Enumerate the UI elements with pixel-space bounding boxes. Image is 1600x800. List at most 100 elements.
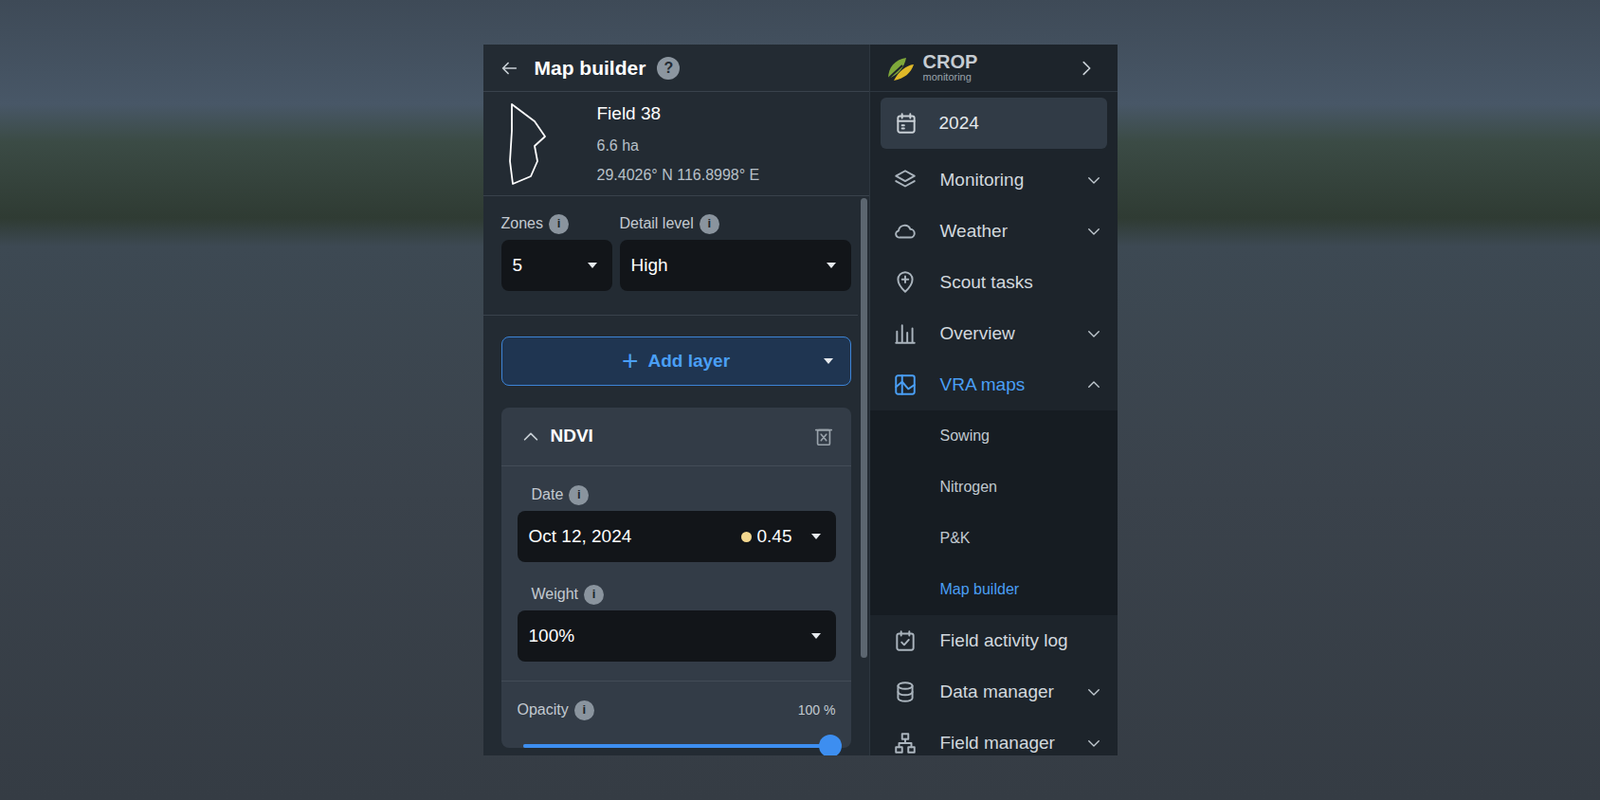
- info-icon[interactable]: i: [568, 485, 589, 506]
- field-info: Field 38 6.6 ha 29.4026° N 116.8998° E: [483, 91, 870, 197]
- pin-plus-icon: [892, 270, 918, 295]
- info-icon[interactable]: i: [548, 214, 569, 235]
- chevron-up-icon: [1085, 376, 1103, 394]
- sidebar-item[interactable]: Field manager: [870, 717, 1118, 756]
- sidebar-item[interactable]: Weather: [870, 205, 1118, 257]
- sidebar-item-label: Data manager: [940, 678, 1086, 707]
- submenu-item[interactable]: P&K: [870, 512, 1118, 564]
- map-icon: [892, 372, 918, 398]
- map-builder-panel: Map builder? Field 38 6.6 ha 29.4026° N 116…: [483, 44, 870, 756]
- plus-icon: +: [621, 346, 639, 376]
- index-value: 0.45: [757, 523, 793, 551]
- caret-icon: [587, 262, 598, 269]
- sidebar-item[interactable]: Monitoring: [870, 154, 1118, 206]
- caret-icon: [826, 262, 837, 269]
- index-dot: [741, 531, 752, 543]
- sidebar-item[interactable]: Overview: [870, 308, 1118, 360]
- chevron-down-icon: [1085, 325, 1103, 343]
- scroll-thumb[interactable]: [860, 198, 868, 658]
- layer-header[interactable]: NDVI: [501, 407, 852, 467]
- caret-icon: [823, 358, 834, 364]
- field-label: Date: [531, 483, 564, 507]
- submenu-item[interactable]: Nitrogen: [870, 461, 1118, 513]
- dropdown-value: 5: [512, 252, 588, 280]
- logo-subtitle: monitoring: [923, 71, 1076, 83]
- sidebar-item-label: Field manager: [940, 729, 1086, 756]
- sidebar-item-label: Field activity log: [940, 627, 1103, 655]
- calendar-icon: [893, 110, 919, 136]
- field-shape-icon: [504, 100, 552, 188]
- year-selector[interactable]: 2024: [880, 97, 1108, 149]
- dropdown-value: Oct 12, 2024: [528, 523, 742, 551]
- info-icon[interactable]: i: [583, 584, 604, 605]
- submenu: Sowing Nitrogen P&K Map builder: [870, 410, 1118, 616]
- chevron-down-icon: [1085, 683, 1103, 701]
- submenu-item[interactable]: Map builder: [870, 563, 1118, 616]
- submenu-item-label: Sowing: [940, 424, 990, 448]
- sidebar-item-label: Weather: [940, 218, 1086, 246]
- database-icon: [892, 679, 918, 705]
- sidebar-item-label: VRA maps: [940, 371, 1086, 400]
- field-coords: 29.4026° N 116.8998° E: [597, 163, 761, 187]
- chevron-down-icon: [1085, 171, 1103, 189]
- dropdown[interactable]: 100%: [517, 610, 837, 662]
- year-value: 2024: [939, 109, 980, 138]
- info-icon[interactable]: i: [574, 700, 595, 721]
- submenu-item-label: P&K: [940, 527, 971, 550]
- chevron-down-icon: [1085, 222, 1103, 240]
- submenu-item-label: Map builder: [940, 578, 1020, 601]
- opacity-fill: [523, 744, 831, 748]
- trash-icon: [813, 426, 835, 448]
- help-icon[interactable]: ?: [656, 56, 680, 80]
- crop-leaf-icon: [885, 54, 916, 83]
- logo-title: CROP: [923, 52, 1076, 72]
- hierarchy-icon: [892, 730, 918, 756]
- sidebar-item-label: Monitoring: [940, 166, 1086, 195]
- field-label: Weight: [531, 582, 580, 606]
- sidebar-item[interactable]: Field activity log: [870, 615, 1118, 667]
- submenu-item-label: Nitrogen: [940, 475, 998, 499]
- opacity-thumb[interactable]: [818, 734, 842, 756]
- sidebar: CROPmonitoring 2024 Monitoring Weather Scout…: [869, 44, 1118, 756]
- panel-body: Zonesi5Detail leveliHigh+Add layerNDVIDa…: [483, 196, 870, 756]
- setting: Zonesi 5: [501, 212, 613, 291]
- scrollbar[interactable]: [857, 196, 870, 756]
- sidebar-item-label: Overview: [940, 320, 1086, 348]
- dropdown[interactable]: 5: [501, 239, 613, 291]
- zone-settings: Zonesi5Detail leveliHigh: [483, 196, 858, 316]
- dropdown[interactable]: High: [619, 239, 852, 291]
- sidebar-header: CROPmonitoring: [870, 44, 1118, 92]
- panel-title: Map builder: [534, 53, 647, 84]
- info-icon[interactable]: i: [699, 214, 720, 235]
- dropdown[interactable]: Oct 12, 2024 0.45: [517, 510, 837, 563]
- bar-chart-icon: [892, 321, 918, 346]
- caret-icon: [811, 533, 821, 540]
- cloud-icon: [892, 218, 918, 244]
- chevron-down-icon: [1085, 734, 1103, 752]
- sidebar-item[interactable]: Scout tasks: [870, 256, 1118, 309]
- layer-card: NDVIDateiOct 12, 20240.45Weighti100%Opac…: [501, 407, 852, 748]
- sidebar-item-label: Scout tasks: [940, 269, 1103, 297]
- opacity-reading: 100 %: [798, 700, 837, 721]
- chevron-right-icon: [1075, 57, 1097, 79]
- setting: Detail leveliHigh: [619, 212, 852, 291]
- chevron-up-icon: [520, 426, 542, 448]
- field-area: 6.6 ha: [597, 134, 761, 158]
- sidebar-item[interactable]: VRA maps: [870, 359, 1118, 411]
- logo[interactable]: CROPmonitoring: [923, 52, 1076, 83]
- field-name: Field 38: [597, 100, 761, 128]
- opacity-slider[interactable]: [523, 744, 831, 748]
- submenu-item[interactable]: Sowing: [870, 410, 1118, 462]
- field-label: Opacity: [517, 698, 569, 722]
- add-layer-label: Add layer: [647, 347, 730, 376]
- field-label: Zones: [501, 212, 544, 236]
- calendar-check-icon: [892, 628, 918, 654]
- sidebar-item[interactable]: Data manager: [870, 666, 1118, 718]
- add-layer-button[interactable]: + Add layer: [501, 336, 852, 386]
- panel-header: Map builder?: [483, 44, 870, 92]
- dropdown-value: High: [631, 252, 827, 280]
- dropdown-value: 100%: [528, 622, 812, 651]
- layer-title: NDVI: [550, 422, 814, 451]
- layers-icon: [892, 167, 918, 193]
- back-arrow-icon: [498, 57, 520, 79]
